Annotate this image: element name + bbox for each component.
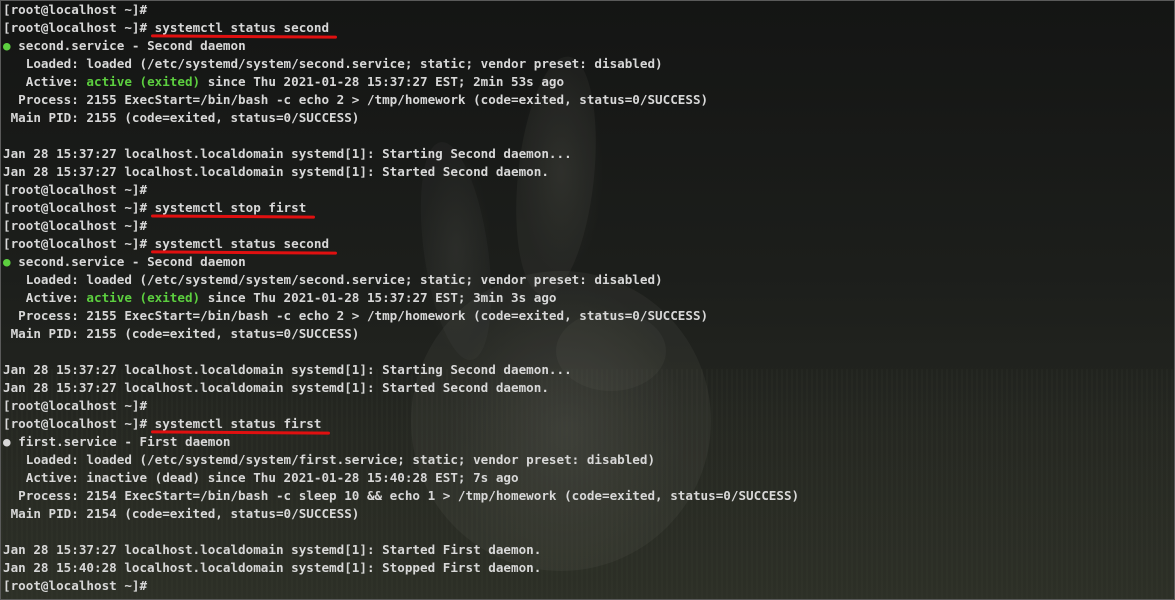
output-line: Process: 2155 ExecStart=/bin/bash -c ech… — [3, 91, 1174, 109]
output-line: Process: 2154 ExecStart=/bin/bash -c sle… — [3, 487, 1174, 505]
unit-description: second.service - Second daemon — [18, 254, 246, 269]
output-line: Jan 28 15:37:27 localhost.localdomain sy… — [3, 145, 1174, 163]
active-status-line: Active: active (exited) since Thu 2021-0… — [3, 73, 1174, 91]
active-since: since Thu 2021-01-28 15:40:28 EST; 7s ag… — [200, 470, 519, 485]
output-line: Loaded: loaded (/etc/systemd/system/firs… — [3, 451, 1174, 469]
terminal-window[interactable]: [root@localhost ~]# [root@localhost ~]# s… — [0, 0, 1175, 600]
output-line: Loaded: loaded (/etc/systemd/system/seco… — [3, 271, 1174, 289]
prompt-line: [root@localhost ~]# systemctl status sec… — [3, 235, 1174, 255]
shell-command: systemctl status first — [150, 416, 330, 435]
terminal-output[interactable]: [root@localhost ~]# [root@localhost ~]# s… — [3, 1, 1174, 595]
active-status-line: Active: inactive (dead) since Thu 2021-0… — [3, 469, 1174, 487]
active-since: since Thu 2021-01-28 15:37:27 EST; 3min … — [200, 290, 557, 305]
prompt-line: [root@localhost ~]# — [3, 577, 1174, 595]
output-line: Loaded: loaded (/etc/systemd/system/seco… — [3, 55, 1174, 73]
output-line: Jan 28 15:37:27 localhost.localdomain sy… — [3, 541, 1174, 559]
prompt-line: [root@localhost ~]# — [3, 217, 1174, 235]
unit-header-line: ● first.service - First daemon — [3, 433, 1174, 451]
active-label: Active: — [3, 74, 87, 89]
shell-prompt: [root@localhost ~]# — [3, 2, 148, 17]
prompt-line: [root@localhost ~]# systemctl status sec… — [3, 19, 1174, 39]
unit-header-line: ● second.service - Second daemon — [3, 37, 1174, 55]
output-text: Jan 28 15:37:27 localhost.localdomain sy… — [3, 542, 542, 557]
output-text: Main PID: 2154 (code=exited, status=0/SU… — [3, 506, 360, 521]
shell-prompt: [root@localhost ~]# — [3, 416, 148, 431]
output-text: Loaded: loaded (/etc/systemd/system/seco… — [3, 56, 663, 71]
output-line: Jan 28 15:37:27 localhost.localdomain sy… — [3, 361, 1174, 379]
shell-prompt: [root@localhost ~]# — [3, 20, 148, 35]
output-text: Main PID: 2155 (code=exited, status=0/SU… — [3, 110, 360, 125]
prompt-line: [root@localhost ~]# — [3, 397, 1174, 415]
output-line: Main PID: 2155 (code=exited, status=0/SU… — [3, 325, 1174, 343]
output-text: Jan 28 15:37:27 localhost.localdomain sy… — [3, 380, 549, 395]
active-state: active (exited) — [86, 290, 201, 305]
output-text: Process: 2155 ExecStart=/bin/bash -c ech… — [3, 92, 709, 107]
shell-prompt: [root@localhost ~]# — [3, 200, 148, 215]
output-text: Jan 28 15:37:27 localhost.localdomain sy… — [3, 362, 572, 377]
shell-command: systemctl status second — [150, 20, 338, 39]
status-dot-white-icon: ● — [3, 434, 11, 449]
shell-prompt: [root@localhost ~]# — [3, 236, 148, 251]
active-label: Active: — [3, 290, 87, 305]
output-text: Process: 2154 ExecStart=/bin/bash -c sle… — [3, 488, 800, 503]
status-dot-green-icon: ● — [3, 254, 11, 269]
output-text: Jan 28 15:37:27 localhost.localdomain sy… — [3, 146, 572, 161]
active-state: inactive (dead) — [86, 470, 201, 485]
prompt-line: [root@localhost ~]# systemctl stop first — [3, 199, 1174, 219]
prompt-line: [root@localhost ~]# — [3, 181, 1174, 199]
active-label: Active: — [3, 470, 87, 485]
output-line: Jan 28 15:37:27 localhost.localdomain sy… — [3, 379, 1174, 397]
output-text: Jan 28 15:40:28 localhost.localdomain sy… — [3, 560, 542, 575]
output-line: Jan 28 15:40:28 localhost.localdomain sy… — [3, 559, 1174, 577]
shell-command: systemctl status second — [150, 236, 338, 255]
output-text: Loaded: loaded (/etc/systemd/system/seco… — [3, 272, 663, 287]
active-since: since Thu 2021-01-28 15:37:27 EST; 2min … — [200, 74, 565, 89]
unit-description: first.service - First daemon — [18, 434, 231, 449]
shell-prompt: [root@localhost ~]# — [3, 182, 148, 197]
output-text: Process: 2155 ExecStart=/bin/bash -c ech… — [3, 308, 709, 323]
shell-prompt: [root@localhost ~]# — [3, 578, 148, 593]
prompt-line: [root@localhost ~]# systemctl status fir… — [3, 415, 1174, 435]
output-text: Main PID: 2155 (code=exited, status=0/SU… — [3, 326, 360, 341]
shell-prompt: [root@localhost ~]# — [3, 218, 148, 233]
output-line: Process: 2155 ExecStart=/bin/bash -c ech… — [3, 307, 1174, 325]
unit-header-line: ● second.service - Second daemon — [3, 253, 1174, 271]
active-state: active (exited) — [86, 74, 201, 89]
output-text: Jan 28 15:37:27 localhost.localdomain sy… — [3, 164, 549, 179]
shell-command: systemctl stop first — [150, 200, 315, 219]
unit-description: second.service - Second daemon — [18, 38, 246, 53]
prompt-line: [root@localhost ~]# — [3, 1, 1174, 19]
active-status-line: Active: active (exited) since Thu 2021-0… — [3, 289, 1174, 307]
shell-prompt: [root@localhost ~]# — [3, 398, 148, 413]
output-line: Main PID: 2155 (code=exited, status=0/SU… — [3, 109, 1174, 127]
status-dot-green-icon: ● — [3, 38, 11, 53]
output-line: Main PID: 2154 (code=exited, status=0/SU… — [3, 505, 1174, 523]
output-text: Loaded: loaded (/etc/systemd/system/firs… — [3, 452, 656, 467]
output-line: Jan 28 15:37:27 localhost.localdomain sy… — [3, 163, 1174, 181]
